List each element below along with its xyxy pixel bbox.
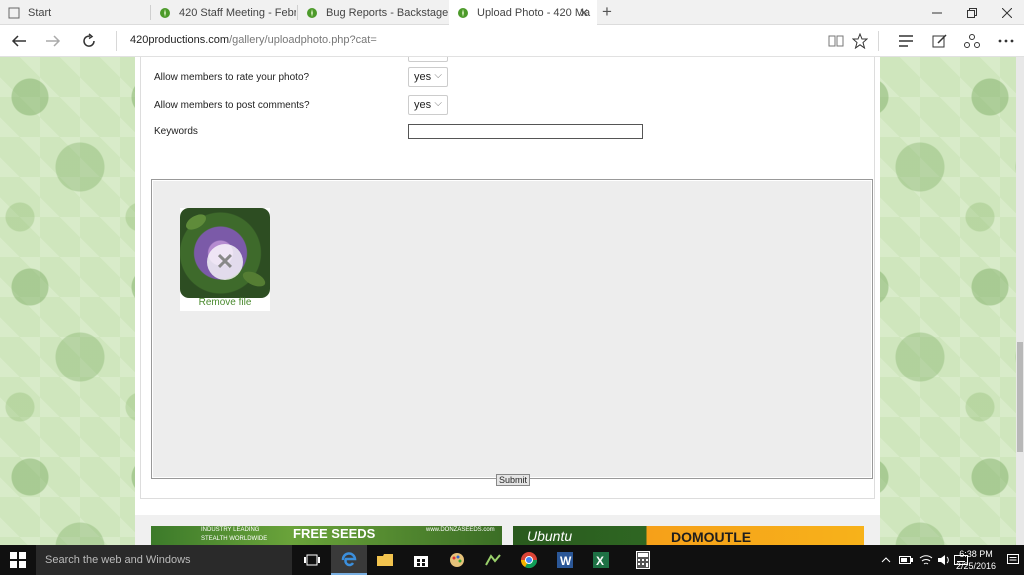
ad-text: STEALTH WORLDWIDE: [201, 536, 268, 542]
outlet-ad-banner[interactable]: Ubuntu DOMOUTLE: [513, 526, 864, 545]
chevron-down-icon: ⌵: [434, 70, 442, 81]
ad-title: DOMOUTLE: [671, 529, 752, 545]
minimize-button[interactable]: [920, 0, 954, 25]
reading-view-icon[interactable]: [823, 29, 849, 53]
post-comments-value: yes: [414, 99, 432, 111]
leaf-icon: [306, 7, 318, 19]
game-app-icon[interactable]: [475, 545, 511, 575]
tab-label: 420 Staff Meeting - February: [179, 6, 296, 19]
rate-photo-label: Allow members to rate your photo?: [154, 72, 310, 83]
more-icon[interactable]: [993, 29, 1019, 53]
post-comments-label: Allow members to post comments?: [154, 100, 310, 111]
clock-time: 6:38 PM: [959, 549, 993, 559]
excel-icon[interactable]: X: [583, 545, 619, 575]
search-placeholder: Search the web and Windows: [45, 554, 191, 566]
word-icon[interactable]: W: [547, 545, 583, 575]
wifi-icon[interactable]: [916, 545, 936, 575]
edge-browser-icon[interactable]: [331, 545, 367, 575]
svg-text:X: X: [596, 554, 604, 568]
ad-url: www.DONZASEEDS.com: [426, 527, 495, 533]
submit-button[interactable]: Submit: [496, 474, 530, 486]
rate-photo-value: yes: [414, 71, 432, 83]
leaf-icon: [457, 7, 469, 19]
volume-icon[interactable]: [934, 545, 954, 575]
restore-button[interactable]: [955, 0, 989, 25]
store-icon[interactable]: [403, 545, 439, 575]
url-path: /gallery/uploadphoto.php?cat=: [229, 34, 377, 46]
web-note-icon[interactable]: [927, 29, 953, 53]
file-dropzone[interactable]: ✕ Remove file: [151, 179, 873, 479]
ad-text: Ubuntu: [527, 528, 573, 544]
upload-form: Allow members to rate your photo? yes ⌵ …: [140, 57, 875, 499]
paint-icon[interactable]: [439, 545, 475, 575]
favorite-star-icon[interactable]: [847, 29, 873, 53]
close-window-button[interactable]: [990, 0, 1024, 25]
tab-bug-reports[interactable]: Bug Reports - Backstage: [298, 0, 448, 25]
taskbar: Search the web and Windows W X 6:38 PM 2…: [0, 545, 1024, 575]
tab-label: Upload Photo - 420 Ma: [477, 7, 591, 19]
keywords-label: Keywords: [154, 126, 198, 137]
battery-icon[interactable]: [896, 545, 916, 575]
share-icon[interactable]: [959, 29, 985, 53]
new-tab-button[interactable]: +: [602, 2, 612, 22]
hub-icon[interactable]: [893, 29, 919, 53]
page-scrollbar[interactable]: [1016, 57, 1024, 545]
ad-banner-row: INDUSTRY LEADING STEALTH WORLDWIDE FREE …: [135, 515, 880, 545]
partial-select[interactable]: [408, 57, 448, 62]
tab-label: Start: [28, 6, 52, 19]
post-comments-select[interactable]: yes ⌵: [408, 95, 448, 115]
calculator-icon[interactable]: [625, 545, 661, 575]
seeds-ad-banner[interactable]: INDUSTRY LEADING STEALTH WORLDWIDE FREE …: [151, 526, 502, 545]
ad-text: INDUSTRY LEADING: [201, 527, 260, 533]
svg-text:W: W: [560, 554, 572, 568]
file-explorer-icon[interactable]: [367, 545, 403, 575]
page-icon: [8, 7, 20, 19]
browser-tab-bar: Start 420 Staff Meeting - February Bug R…: [0, 0, 1024, 26]
back-button[interactable]: [6, 29, 32, 53]
file-preview: ✕ Remove file: [180, 208, 270, 311]
close-tab-icon[interactable]: ✕: [579, 6, 589, 20]
remove-icon[interactable]: ✕: [207, 244, 243, 280]
leaf-icon: [159, 7, 171, 19]
chevron-down-icon: ⌵: [434, 98, 442, 109]
url-field[interactable]: 420productions.com/gallery/uploadphoto.p…: [130, 34, 377, 46]
tab-start[interactable]: Start: [0, 0, 150, 25]
remove-file-link[interactable]: Remove file: [180, 297, 270, 308]
clock-date: 2/25/2016: [955, 561, 996, 571]
address-bar: 420productions.com/gallery/uploadphoto.p…: [0, 25, 1024, 57]
web-page: Allow members to rate your photo? yes ⌵ …: [0, 57, 1024, 545]
taskbar-search[interactable]: Search the web and Windows: [36, 545, 292, 575]
tab-label: Bug Reports - Backstage: [326, 6, 448, 19]
ad-title: FREE SEEDS: [293, 526, 376, 541]
url-domain: 420productions.com: [130, 34, 230, 46]
taskbar-clock[interactable]: 6:38 PM 2/25/2016: [956, 548, 996, 572]
chrome-icon[interactable]: [511, 545, 547, 575]
tab-staff-meeting[interactable]: 420 Staff Meeting - February: [151, 0, 296, 25]
windows-start-icon[interactable]: [0, 545, 36, 575]
forward-button[interactable]: [40, 29, 66, 53]
keywords-input[interactable]: [408, 124, 643, 139]
chevron-up-icon[interactable]: [876, 545, 896, 575]
scroll-thumb[interactable]: [1017, 342, 1023, 452]
tab-upload-photo[interactable]: Upload Photo - 420 Ma ✕: [449, 0, 597, 26]
rate-photo-select[interactable]: yes ⌵: [408, 67, 448, 87]
notifications-icon[interactable]: [1002, 545, 1024, 575]
refresh-button[interactable]: [76, 29, 102, 53]
content-panel: Allow members to rate your photo? yes ⌵ …: [135, 57, 880, 545]
task-view-icon[interactable]: [294, 545, 330, 575]
